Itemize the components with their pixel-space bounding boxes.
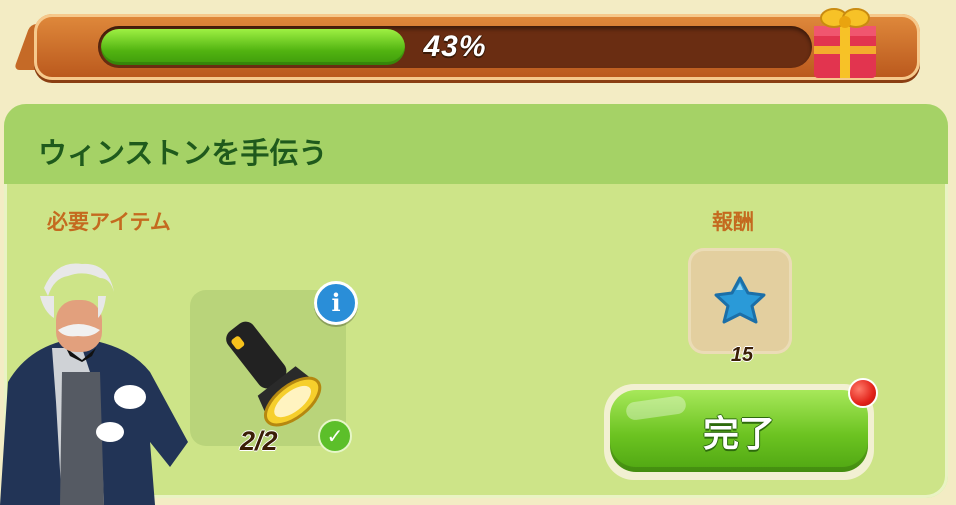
progress-track: 43% (98, 26, 812, 68)
task-title: ウィンストンを手伝う (38, 136, 328, 170)
item-count: 2/2 (240, 426, 278, 456)
reward-amount: 15 (730, 344, 754, 366)
progress-banner: 43% (34, 14, 920, 80)
checkmark-icon: ✓ (318, 419, 352, 453)
complete-button-label: 完了 (610, 390, 868, 472)
blue-star-icon (714, 276, 766, 324)
info-icon[interactable]: i (314, 281, 358, 325)
reward-slot (688, 248, 792, 354)
winston-character (0, 263, 188, 505)
complete-button[interactable]: 完了 (604, 384, 874, 480)
notification-dot (848, 378, 878, 408)
reward-label: 報酬 (712, 210, 754, 234)
required-items-label: 必要アイテム (47, 210, 171, 234)
gift-box-icon[interactable] (804, 0, 886, 82)
panel-header: ウィンストンを手伝う (4, 104, 948, 184)
progress-percent: 43% (423, 30, 487, 63)
